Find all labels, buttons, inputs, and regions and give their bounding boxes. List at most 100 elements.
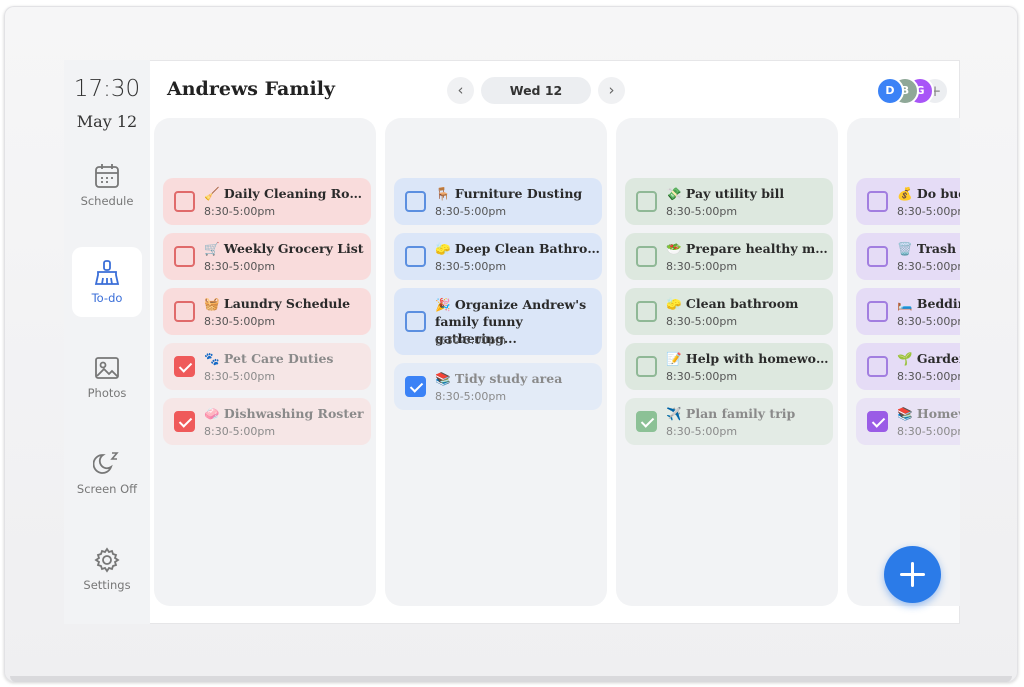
- gear-icon: [94, 547, 120, 573]
- task-title: 🧽 Clean bathroom: [666, 296, 831, 312]
- next-day-button[interactable]: ›: [598, 77, 625, 104]
- sidebar-item-settings[interactable]: Settings: [72, 534, 142, 604]
- task-time: 8:30-5:00pm: [435, 334, 507, 347]
- sidebar-item-photos[interactable]: Photos: [72, 342, 142, 412]
- task-card[interactable]: 🪑 Furniture Dusting 8:30-5:00pm: [394, 178, 602, 225]
- task-title: 📝 Help with homework: [666, 351, 831, 367]
- todo-columns: 🧹 Daily Cleaning Routine8:30-5:00pm🛒 Wee…: [154, 118, 960, 624]
- task-checkbox[interactable]: [867, 356, 888, 377]
- task-time: 8:30-5:00pm: [666, 315, 738, 328]
- task-emoji-icon: 🧽: [435, 241, 455, 256]
- task-card[interactable]: 🌱 Garden 8:30-5:00pm: [856, 343, 960, 390]
- task-emoji-icon: 💸: [666, 186, 686, 201]
- todo-column: 🧹 Daily Cleaning Routine8:30-5:00pm🛒 Wee…: [154, 118, 376, 606]
- task-title-text: Prepare healthy meal: [685, 241, 831, 256]
- device-frame-edge: [10, 676, 1012, 682]
- calendar-icon: [95, 164, 119, 188]
- task-emoji-icon: ✈️: [666, 406, 686, 421]
- task-checkbox[interactable]: [867, 301, 888, 322]
- task-title: 📚 Tidy study area: [435, 371, 600, 387]
- task-title: 💸 Pay utility bill: [666, 186, 831, 202]
- task-time: 8:30-5:00pm: [897, 315, 960, 328]
- task-time: 8:30-5:00pm: [204, 315, 276, 328]
- task-checkbox[interactable]: [636, 356, 657, 377]
- task-checkbox[interactable]: [174, 356, 195, 377]
- task-checkbox[interactable]: [405, 246, 426, 267]
- task-title-text: Help with homework: [685, 351, 831, 366]
- task-checkbox[interactable]: [636, 246, 657, 267]
- task-emoji-icon: 📚: [435, 371, 455, 386]
- task-emoji-icon: 🗑️: [897, 241, 917, 256]
- sidebar: 17:30 May 12 Schedule To-do Photos Scree…: [64, 60, 150, 624]
- task-checkbox[interactable]: [405, 376, 426, 397]
- task-checkbox[interactable]: [174, 301, 195, 322]
- task-card[interactable]: 🧽 Clean bathroom 8:30-5:00pm: [625, 288, 833, 335]
- task-title: 🛒 Weekly Grocery List: [204, 241, 369, 257]
- task-checkbox[interactable]: [636, 411, 657, 432]
- task-checkbox[interactable]: [174, 411, 195, 432]
- task-card[interactable]: 🐾 Pet Care Duties 8:30-5:00pm: [163, 343, 371, 390]
- task-checkbox[interactable]: [636, 191, 657, 212]
- task-title-text: Furniture Dusting: [454, 186, 583, 201]
- task-checkbox[interactable]: [405, 191, 426, 212]
- task-checkbox[interactable]: [174, 246, 195, 267]
- task-emoji-icon: 💰: [897, 186, 917, 201]
- task-checkbox[interactable]: [636, 301, 657, 322]
- task-checkbox[interactable]: [174, 191, 195, 212]
- task-card[interactable]: 🧺 Laundry Schedule 8:30-5:00pm: [163, 288, 371, 335]
- add-task-button[interactable]: [884, 546, 941, 603]
- task-card[interactable]: 🧽 Deep Clean Bathroom 8:30-5:00pm: [394, 233, 602, 280]
- task-card[interactable]: 🧼 Dishwashing Roster 8:30-5:00pm: [163, 398, 371, 445]
- broom-icon: [94, 260, 120, 285]
- task-checkbox[interactable]: [405, 311, 426, 332]
- todo-column: 💰 Do budg 8:30-5:00pm 🗑️ Trash & 8:30-5:00p…: [847, 118, 960, 606]
- task-title: 🧺 Laundry Schedule: [204, 296, 369, 312]
- task-checkbox[interactable]: [867, 191, 888, 212]
- task-card[interactable]: 📚 Tidy study area 8:30-5:00pm: [394, 363, 602, 410]
- task-card[interactable]: 🛏️ Bedding 8:30-5:00pm: [856, 288, 960, 335]
- task-time: 8:30-5:00pm: [897, 370, 960, 383]
- task-title-text: Pay utility bill: [685, 186, 785, 201]
- task-checkbox[interactable]: [867, 246, 888, 267]
- family-avatars: D B G +: [876, 77, 956, 105]
- current-date-pill[interactable]: Wed 12: [481, 77, 591, 104]
- task-card[interactable]: 💸 Pay utility bill 8:30-5:00pm: [625, 178, 833, 225]
- task-card[interactable]: 🎉 Organize Andrew's family funny gatheri…: [394, 288, 602, 355]
- sidebar-item-schedule[interactable]: Schedule: [72, 150, 142, 220]
- task-card[interactable]: 🛒 Weekly Grocery List 8:30-5:00pm: [163, 233, 371, 280]
- task-emoji-icon: 🛏️: [897, 296, 917, 311]
- task-time: 8:30-5:00pm: [666, 425, 738, 438]
- chevron-left-icon: ‹: [457, 81, 464, 99]
- task-emoji-icon: 🌱: [897, 351, 917, 366]
- sidebar-item-screen-off[interactable]: Screen Off: [72, 438, 142, 508]
- sidebar-item-label: Schedule: [80, 194, 134, 208]
- task-title-text: Trash &: [916, 241, 960, 256]
- task-title: 🌱 Garden: [897, 351, 960, 367]
- avatar[interactable]: D: [876, 77, 904, 105]
- task-time: 8:30-5:00pm: [897, 205, 960, 218]
- task-title-text: Plan family trip: [685, 406, 796, 421]
- task-card[interactable]: 📚 Homew 8:30-5:00pm: [856, 398, 960, 445]
- task-time: 8:30-5:00pm: [435, 205, 507, 218]
- image-icon: [95, 357, 119, 379]
- task-emoji-icon: 🛒: [204, 241, 224, 256]
- task-title: 💰 Do budg: [897, 186, 960, 202]
- task-time: 8:30-5:00pm: [435, 390, 507, 403]
- task-emoji-icon: 🥗: [666, 241, 686, 256]
- task-checkbox[interactable]: [867, 411, 888, 432]
- task-card[interactable]: 🥗 Prepare healthy meal 8:30-5:00pm: [625, 233, 833, 280]
- task-title: 🧹 Daily Cleaning Routine: [204, 186, 369, 202]
- task-card[interactable]: 🧹 Daily Cleaning Routine 8:30-5:00pm: [163, 178, 371, 225]
- task-card[interactable]: 💰 Do budg 8:30-5:00pm: [856, 178, 960, 225]
- sidebar-item-label: Screen Off: [76, 482, 138, 496]
- task-title: 🧼 Dishwashing Roster: [204, 406, 369, 422]
- task-card[interactable]: 📝 Help with homework 8:30-5:00pm: [625, 343, 833, 390]
- sidebar-item-todo[interactable]: To-do: [72, 247, 142, 317]
- task-time: 8:30-5:00pm: [204, 260, 276, 273]
- task-title: 🗑️ Trash &: [897, 241, 960, 257]
- task-time: 8:30-5:00pm: [204, 425, 276, 438]
- task-card[interactable]: ✈️ Plan family trip 8:30-5:00pm: [625, 398, 833, 445]
- task-time: 8:30-5:00pm: [897, 425, 960, 438]
- previous-day-button[interactable]: ‹: [447, 77, 474, 104]
- task-card[interactable]: 🗑️ Trash & 8:30-5:00pm: [856, 233, 960, 280]
